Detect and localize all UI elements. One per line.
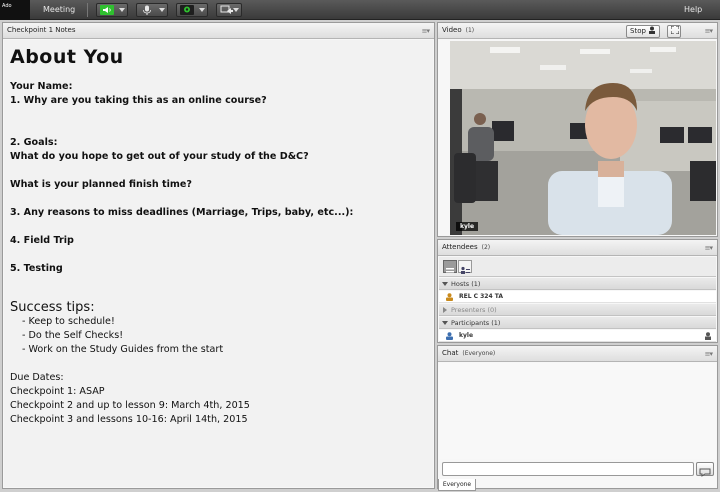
pod-options-icon[interactable]: ≡▾: [705, 27, 713, 35]
video-pod: Video (1) Stop ≡▾ kyle: [437, 22, 718, 237]
notes-line: What is your planned finish time?: [10, 179, 192, 190]
notes-pod: Checkpoint 1 Notes ≡▾ About You Your Nam…: [2, 22, 435, 489]
attendees-toolbar: [439, 257, 716, 277]
due-heading: Due Dates:: [10, 372, 64, 383]
microphone-button[interactable]: [136, 3, 168, 17]
collapse-triangle-icon: [442, 282, 448, 286]
collapse-triangle-icon: [442, 321, 448, 325]
expand-triangle-icon: [443, 307, 447, 313]
notes-content[interactable]: About You Your Name: 1. Why are you taki…: [4, 40, 433, 487]
app-logo: Ado: [0, 0, 30, 20]
participants-group-header[interactable]: Participants (1): [439, 317, 716, 329]
chat-pod-title: Chat (Everyone): [442, 349, 496, 357]
notes-line: What do you hope to get out of your stud…: [10, 151, 309, 162]
notes-line: 5. Testing: [10, 263, 63, 274]
chevron-down-icon[interactable]: [159, 8, 165, 12]
notes-line: 3. Any reasons to miss deadlines (Marria…: [10, 207, 354, 218]
presenter-name-badge: kyle: [456, 222, 479, 231]
pod-options-icon[interactable]: ≡▾: [705, 244, 713, 252]
chat-messages-area[interactable]: [439, 363, 716, 459]
stop-icon: [649, 26, 656, 34]
chevron-down-icon[interactable]: [199, 8, 205, 12]
notes-pod-title: Checkpoint 1 Notes: [7, 26, 76, 34]
chat-pod: Chat (Everyone) ≡▾ Everyone: [437, 345, 718, 491]
attendees-pod: Attendees (2) ≡▾ Hosts (1) REL C 324 TA P…: [437, 239, 718, 343]
due-item: Checkpoint 1: ASAP: [10, 386, 105, 397]
list-view-button[interactable]: [458, 260, 472, 274]
chat-send-icon: [699, 468, 711, 477]
attendee-row-participant[interactable]: kyle: [439, 330, 716, 342]
notes-pod-header: Checkpoint 1 Notes ≡▾: [3, 23, 434, 39]
notes-line: 2. Goals:: [10, 137, 58, 148]
speaker-button[interactable]: [96, 3, 128, 17]
tip-item: - Work on the Study Guides from the star…: [22, 344, 224, 355]
webcam-icon: [180, 5, 194, 15]
chevron-down-icon[interactable]: [233, 8, 239, 12]
speaker-icon: [100, 5, 114, 15]
notes-heading: About You: [10, 46, 124, 68]
help-menu[interactable]: Help: [684, 0, 702, 20]
chat-pod-header: Chat (Everyone) ≡▾: [438, 346, 717, 362]
webcam-status-icon: [705, 332, 711, 340]
toolbar-divider: [87, 3, 88, 17]
list-view-icon: [461, 266, 470, 274]
due-item: Checkpoint 2 and up to lesson 9: March 4…: [10, 400, 250, 411]
stop-video-button[interactable]: Stop: [626, 25, 661, 38]
tip-item: - Do the Self Checks!: [22, 330, 124, 341]
presenters-group-header[interactable]: Presenters (0): [439, 304, 716, 316]
host-user-icon: [446, 293, 453, 301]
notes-line: 1. Why are you taking this as an online …: [10, 95, 267, 106]
video-pod-title: Video (1): [442, 26, 475, 34]
notes-line: Your Name:: [10, 81, 73, 92]
chat-input[interactable]: [442, 462, 694, 476]
share-screen-icon: [220, 5, 233, 14]
chevron-down-icon[interactable]: [119, 8, 125, 12]
video-pod-header: Video (1) Stop ≡▾: [438, 23, 717, 39]
attendees-pod-header: Attendees (2) ≡▾: [438, 240, 717, 256]
fullscreen-button[interactable]: [667, 25, 681, 38]
chat-tab-everyone[interactable]: Everyone: [438, 479, 476, 491]
connect-meeting-window: Ado Meeting Help Checkpoint 1 Notes ≡▾ A…: [0, 0, 720, 492]
microphone-icon: [143, 5, 151, 15]
grid-view-button[interactable]: [443, 260, 457, 273]
attendees-pod-title: Attendees (2): [442, 243, 491, 251]
participant-user-icon: [446, 332, 453, 340]
grid-view-icon: [446, 268, 454, 273]
pod-options-icon[interactable]: ≡▾: [705, 350, 713, 358]
attendee-row-host[interactable]: REL C 324 TA: [439, 291, 716, 303]
meeting-menu[interactable]: Meeting: [43, 0, 75, 20]
video-feed: kyle: [450, 41, 716, 235]
due-item: Checkpoint 3 and lessons 10-16: April 14…: [10, 414, 248, 425]
top-menu-bar: Ado Meeting Help: [0, 0, 720, 20]
tips-heading: Success tips:: [10, 300, 95, 315]
fullscreen-icon: [670, 25, 680, 35]
video-stream-image: [450, 41, 716, 235]
chat-send-button[interactable]: [696, 462, 714, 477]
hosts-group-header[interactable]: Hosts (1): [439, 278, 716, 290]
notes-line: 4. Field Trip: [10, 235, 74, 246]
tip-item: - Keep to schedule!: [22, 316, 115, 327]
webcam-button[interactable]: [176, 3, 208, 17]
pod-options-icon[interactable]: ≡▾: [422, 27, 430, 35]
share-screen-button[interactable]: [216, 3, 242, 17]
